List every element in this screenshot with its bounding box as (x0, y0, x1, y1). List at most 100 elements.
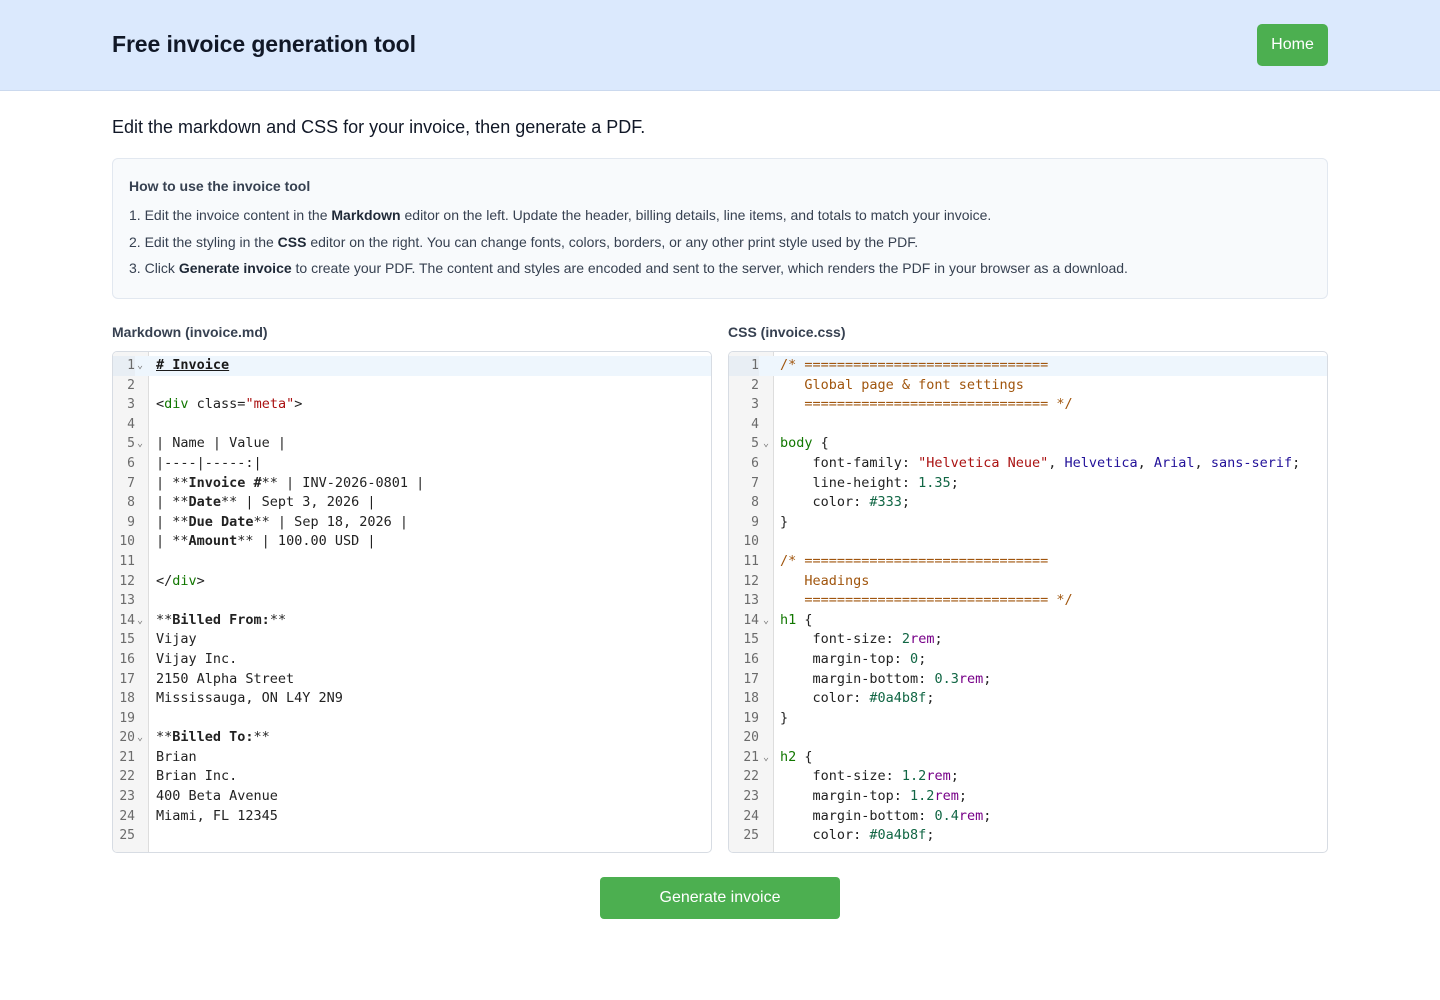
instruction-step: 3. Click Generate invoice to create your… (129, 260, 1128, 276)
code-line[interactable]: 15 Vijay (113, 630, 711, 650)
css-editor[interactable]: 1 /* ============================== 2 Glob… (728, 351, 1328, 853)
line-number: 3 (751, 397, 759, 413)
code-line[interactable]: 10 | **Amount** | 100.00 USD | (113, 532, 711, 552)
code-line[interactable]: 4 (113, 415, 711, 435)
code-line[interactable]: 24 Miami, FL 12345 (113, 807, 711, 827)
code-line[interactable]: 17 margin-bottom: 0.3rem; (729, 670, 1327, 690)
code-line[interactable]: 23 400 Beta Avenue (113, 787, 711, 807)
code-line[interactable]: 7 line-height: 1.35; (729, 474, 1327, 494)
line-number: 17 (119, 671, 135, 687)
code-line[interactable]: 13 ============================== */ (729, 591, 1327, 611)
code-line[interactable]: 12 Headings (729, 572, 1327, 592)
code-line[interactable]: 3 ============================== */ (729, 395, 1327, 415)
code-line[interactable]: 9} (729, 513, 1327, 533)
code-text: 400 Beta Avenue (156, 788, 278, 805)
code-line[interactable]: 3 <div class="meta"> (113, 395, 711, 415)
code-line[interactable]: 13 (113, 591, 711, 611)
code-line[interactable]: 14 ⌄ **Billed From:** (113, 611, 711, 631)
line-number: 4 (751, 416, 759, 432)
css-editor-label: CSS (invoice.css) (728, 324, 846, 340)
code-text: Global page & font settings (780, 376, 1024, 393)
line-number: 12 (743, 573, 759, 589)
code-line[interactable]: 8 color: #333; (729, 493, 1327, 513)
home-button[interactable]: Home (1257, 24, 1328, 66)
code-line[interactable]: 21 Brian (113, 748, 711, 768)
code-line[interactable]: 14 ⌄ h1 { (729, 611, 1327, 631)
code-line[interactable]: 16 Vijay Inc. (113, 650, 711, 670)
fold-chevron-icon[interactable]: ⌄ (137, 728, 147, 748)
line-number: 13 (743, 593, 759, 609)
code-line[interactable]: 15 font-size: 2rem; (729, 630, 1327, 650)
generate-invoice-button[interactable]: Generate invoice (600, 877, 840, 919)
code-line[interactable]: 1 /* ============================== (729, 356, 1327, 376)
code-line[interactable]: 10 (729, 532, 1327, 552)
code-line[interactable]: 1 ⌄ # Invoice (113, 356, 711, 376)
code-line[interactable]: 16 margin-top: 0; (729, 650, 1327, 670)
code-line[interactable]: 23 margin-top: 1.2rem; (729, 787, 1327, 807)
fold-chevron-icon[interactable]: ⌄ (137, 356, 147, 376)
code-text: **Billed To:** (156, 729, 270, 746)
code-line[interactable]: 19} (729, 709, 1327, 729)
code-lines[interactable]: 1 /* ============================== 2 Glob… (729, 356, 1327, 846)
code-line[interactable]: 20 (729, 728, 1327, 748)
code-text: h1 { (780, 611, 813, 628)
line-number: 16 (119, 651, 135, 667)
code-lines[interactable]: 1 ⌄ # Invoice 2 3 <div class="meta"> 4 5 ⌄ | Name… (113, 356, 711, 846)
fold-chevron-icon[interactable]: ⌄ (137, 434, 147, 454)
code-line[interactable]: 17 2150 Alpha Street (113, 670, 711, 690)
instructions-list: 1. Edit the invoice content in the Markd… (129, 205, 1311, 285)
fold-chevron-icon[interactable]: ⌄ (763, 748, 773, 768)
line-number: 13 (119, 593, 135, 609)
code-line[interactable]: 24 margin-bottom: 0.4rem; (729, 807, 1327, 827)
code-line[interactable]: 12 </div> (113, 572, 711, 592)
code-line[interactable]: 5 ⌄ | Name | Value | (113, 434, 711, 454)
code-line[interactable]: 9 | **Due Date** | Sep 18, 2026 | (113, 513, 711, 533)
code-text: 2150 Alpha Street (156, 670, 295, 687)
code-text: font-size: 1.2rem; (780, 768, 959, 785)
line-number: 24 (119, 808, 135, 824)
code-text: } (780, 513, 789, 530)
markdown-editor[interactable]: 1 ⌄ # Invoice 2 3 <div class="meta"> 4 5 ⌄ | Name… (112, 351, 712, 853)
code-text: | **Date** | Sept 3, 2026 | (156, 494, 376, 511)
code-text: color: #333; (780, 494, 911, 511)
code-line[interactable]: 25 color: #0a4b8f; (729, 826, 1327, 846)
code-text: Vijay (156, 631, 197, 648)
code-line[interactable]: 4 (729, 415, 1327, 435)
line-number: 18 (743, 691, 759, 707)
code-line[interactable]: 2 (113, 376, 711, 396)
code-line[interactable]: 22 font-size: 1.2rem; (729, 767, 1327, 787)
line-number: 16 (743, 651, 759, 667)
code-line[interactable]: 18 color: #0a4b8f; (729, 689, 1327, 709)
code-line[interactable]: 6 |----|-----:| (113, 454, 711, 474)
code-line[interactable]: 19 (113, 709, 711, 729)
fold-chevron-icon[interactable]: ⌄ (137, 611, 147, 631)
code-line[interactable]: 2 Global page & font settings (729, 376, 1327, 396)
code-line[interactable]: 11 (113, 552, 711, 572)
code-text: margin-top: 0; (780, 650, 927, 667)
code-line[interactable]: 18 Mississauga, ON L4Y 2N9 (113, 689, 711, 709)
code-line[interactable]: 11 /* ============================== (729, 552, 1327, 572)
line-number: 25 (119, 828, 135, 844)
code-line[interactable]: 21 ⌄ h2 { (729, 748, 1327, 768)
code-line[interactable]: 20 ⌄ **Billed To:** (113, 728, 711, 748)
fold-chevron-icon[interactable]: ⌄ (763, 611, 773, 631)
line-number: 4 (127, 416, 135, 432)
code-line[interactable]: 25 (113, 826, 711, 846)
code-line[interactable]: 8 | **Date** | Sept 3, 2026 | (113, 493, 711, 513)
code-line[interactable]: 22 Brian Inc. (113, 767, 711, 787)
line-number: 1 (729, 356, 759, 376)
line-number: 21 (743, 749, 759, 765)
fold-chevron-icon[interactable]: ⌄ (763, 434, 773, 454)
code-text: # Invoice (156, 357, 230, 373)
line-number: 8 (127, 495, 135, 511)
page-title: Free invoice generation tool (112, 31, 416, 57)
code-text: color: #0a4b8f; (780, 690, 935, 707)
line-number: 10 (743, 534, 759, 550)
line-number: 11 (743, 553, 759, 569)
code-line[interactable]: 6 font-family: "Helvetica Neue", Helveti… (729, 454, 1327, 474)
line-number: 21 (119, 749, 135, 765)
line-number: 19 (119, 710, 135, 726)
code-line[interactable]: 5 ⌄ body { (729, 434, 1327, 454)
code-text: ============================== */ (780, 396, 1073, 413)
code-line[interactable]: 7 | **Invoice #** | INV-2026-0801 | (113, 474, 711, 494)
